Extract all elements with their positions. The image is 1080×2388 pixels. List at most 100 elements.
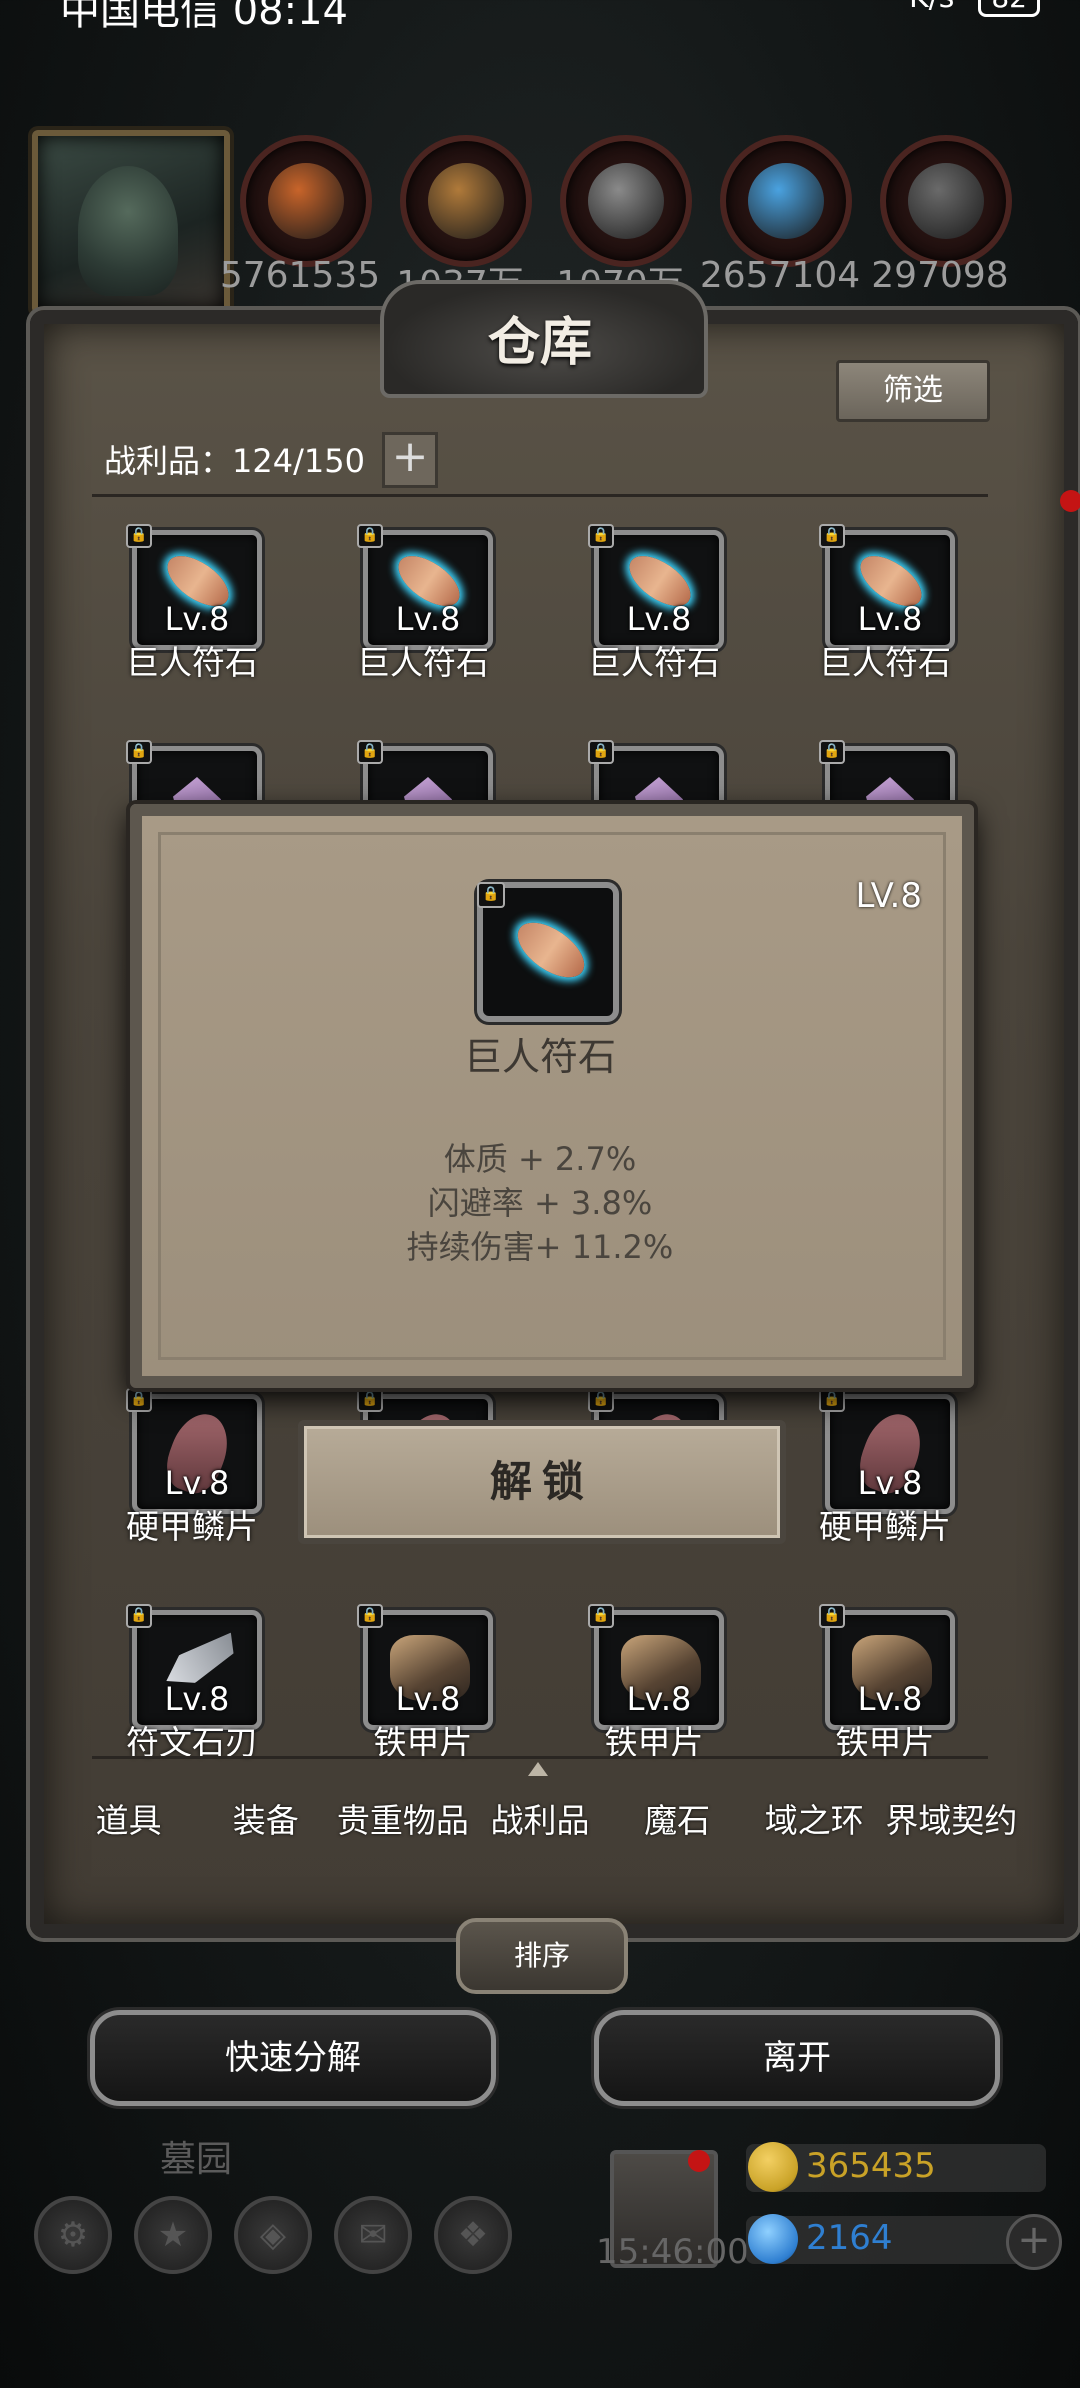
popup-stat-1: 体质 + 2.7% xyxy=(443,1140,637,1178)
guild-icon[interactable]: ◈ xyxy=(234,2196,312,2274)
item-level: Lv.8 xyxy=(164,1680,230,1718)
tab-equipment[interactable]: 装备 xyxy=(197,1778,334,1864)
avatar-face-image xyxy=(78,166,178,296)
gift-timer: 15:46:00 xyxy=(596,2232,749,2272)
item-level: Lv.8 xyxy=(164,600,230,638)
quick-dismantle-button[interactable]: 快速分解 xyxy=(90,2010,496,2106)
gold-amount: 365435 xyxy=(806,2146,936,2186)
tab-magic-stones[interactable]: 魔石 xyxy=(609,1778,746,1864)
item-name: 巨人符石 xyxy=(357,643,489,682)
tab-domain-rings[interactable]: 域之环 xyxy=(746,1778,883,1864)
item-level: Lv.8 xyxy=(857,1680,923,1718)
lock-icon: 🔒 xyxy=(357,740,383,764)
lock-icon: 🔒 xyxy=(819,740,845,764)
item-level: Lv.8 xyxy=(626,1680,692,1718)
item-name: 硬甲鳞片 xyxy=(126,1507,258,1546)
player-avatar[interactable] xyxy=(32,130,230,314)
resource-gem xyxy=(748,163,824,239)
inventory-slot[interactable]: 🔒 Lv.8 铁甲片 xyxy=(588,1604,724,1762)
inventory-slot[interactable]: 🔒 Lv.8 巨人符石 xyxy=(357,524,493,682)
inventory-slot[interactable]: 🔒 Lv.8 巨人符石 xyxy=(819,524,955,682)
popup-stat-3: 持续伤害+ 11.2% xyxy=(406,1228,674,1266)
tab-valuables[interactable]: 贵重物品 xyxy=(334,1778,471,1864)
settings-icon[interactable]: ⚙ xyxy=(34,2196,112,2274)
lock-icon: 🔒 xyxy=(126,1388,152,1412)
gold-coin-icon xyxy=(748,2142,798,2192)
item-level: Lv.8 xyxy=(857,600,923,638)
mail-icon[interactable]: ✉ xyxy=(334,2196,412,2274)
item-name: 巨人符石 xyxy=(126,643,258,682)
inventory-slot[interactable]: 🔒 Lv.8 铁甲片 xyxy=(819,1604,955,1762)
lock-icon: 🔒 xyxy=(357,1388,383,1412)
expand-capacity-button[interactable]: + xyxy=(382,432,438,488)
lock-icon: 🔒 xyxy=(126,740,152,764)
gem-amount: 2164 xyxy=(806,2218,893,2258)
resource-icon-1[interactable] xyxy=(240,135,372,267)
lock-icon: 🔒 xyxy=(126,524,152,548)
gem-icon xyxy=(748,2214,798,2264)
item-detail-popup: LV.8 🔒 巨人符石 体质 + 2.7% 闪避率 + 3.8% 持续伤害+ 1… xyxy=(130,804,974,1388)
lock-icon: 🔒 xyxy=(588,740,614,764)
lock-icon: 🔒 xyxy=(819,1604,845,1628)
area-name: 墓园 xyxy=(160,2139,233,2180)
add-currency-button[interactable]: + xyxy=(1006,2214,1062,2270)
rune-stone-icon xyxy=(508,911,594,989)
cube-icon[interactable]: ❖ xyxy=(434,2196,512,2274)
tab-loot[interactable]: 战利品 xyxy=(471,1778,608,1864)
resource-icon-2[interactable] xyxy=(400,135,532,267)
resource-gem xyxy=(428,163,504,239)
star-icon[interactable]: ★ xyxy=(134,2196,212,2274)
lock-icon: 🔒 xyxy=(357,1604,383,1628)
bottom-divider xyxy=(92,1756,988,1759)
status-right: K/s 82 xyxy=(909,0,1040,17)
item-level: Lv.8 xyxy=(395,1680,461,1718)
status-bar: 中国电信 08:14 K/s 82 xyxy=(0,0,1080,30)
resource-gem xyxy=(908,163,984,239)
lock-icon: 🔒 xyxy=(588,1604,614,1628)
side-notification-dot xyxy=(1060,490,1080,512)
inventory-slot[interactable]: 🔒 Lv.8 符文石刃 xyxy=(126,1604,262,1762)
leave-button[interactable]: 离开 xyxy=(594,2010,1000,2106)
tab-items[interactable]: 道具 xyxy=(60,1778,197,1864)
net-speed: K/s xyxy=(909,0,954,15)
inventory-slot[interactable]: 🔒 Lv.8 巨人符石 xyxy=(588,524,724,682)
inventory-slot[interactable]: 🔒 Lv.8 硬甲鳞片 xyxy=(819,1388,955,1546)
item-name: 硬甲鳞片 xyxy=(819,1507,951,1546)
resource-gem xyxy=(588,163,664,239)
category-tabs: 道具 装备 贵重物品 战利品 魔石 域之环 界域契约 xyxy=(60,1778,1020,1864)
resource-value: 5761535 xyxy=(219,255,381,296)
lock-icon: 🔒 xyxy=(357,524,383,548)
inventory-slot[interactable]: 🔒 Lv.8 铁甲片 xyxy=(357,1604,493,1762)
item-name: 巨人符石 xyxy=(819,643,951,682)
tab-realm-contracts[interactable]: 界域契约 xyxy=(883,1778,1020,1864)
item-name: 巨人符石 xyxy=(588,643,720,682)
item-level: Lv.8 xyxy=(857,1464,923,1502)
inventory-slot[interactable]: 🔒 Lv.8 硬甲鳞片 xyxy=(126,1388,262,1546)
item-level: Lv.8 xyxy=(395,600,461,638)
lock-icon: 🔒 xyxy=(477,882,505,908)
lock-icon: 🔒 xyxy=(126,1604,152,1628)
resource-value: 297098 xyxy=(871,255,1009,296)
popup-item-name: 巨人符石 xyxy=(463,1035,616,1079)
lock-icon: 🔒 xyxy=(588,524,614,548)
lock-icon: 🔒 xyxy=(588,1388,614,1412)
popup-item-level: LV.8 xyxy=(855,876,922,916)
top-divider xyxy=(92,494,988,497)
filter-button[interactable]: 筛选 xyxy=(836,360,990,422)
popup-stat-2: 闪避率 + 3.8% xyxy=(427,1184,653,1222)
status-carrier-time: 中国电信 08:14 xyxy=(60,0,348,30)
item-level: Lv.8 xyxy=(164,1464,230,1502)
battery-indicator: 82 xyxy=(978,0,1040,17)
resource-gem xyxy=(268,163,344,239)
loot-count: 战利品：124/150 xyxy=(104,442,365,480)
inventory-slot[interactable]: 🔒 Lv.8 巨人符石 xyxy=(126,524,262,682)
active-tab-indicator xyxy=(528,1762,548,1776)
notification-dot xyxy=(688,2150,710,2172)
resource-icon-5[interactable] xyxy=(880,135,1012,267)
lock-icon: 🔒 xyxy=(819,524,845,548)
resource-icon-3[interactable] xyxy=(560,135,692,267)
resource-icon-4[interactable] xyxy=(720,135,852,267)
sort-button[interactable]: 排序 xyxy=(456,1918,628,1994)
popup-item-icon: 🔒 xyxy=(477,882,619,1022)
unlock-button[interactable]: 解锁 xyxy=(298,1420,786,1544)
